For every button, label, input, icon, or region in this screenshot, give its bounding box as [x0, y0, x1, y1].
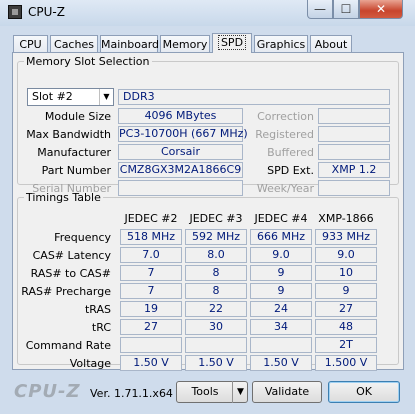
timing-cell: 30	[185, 319, 247, 335]
timing-row-label: Voltage	[69, 357, 111, 370]
slot-select-value: Slot #2	[32, 90, 73, 103]
timing-cell: 933 MHz	[315, 229, 377, 245]
memory-slot-group: Memory Slot Selection Slot #2 ▼ DDR3 Mod…	[17, 55, 399, 196]
maximize-icon: ☐	[340, 2, 352, 16]
slot-select[interactable]: Slot #2 ▼	[27, 88, 114, 106]
max-bandwidth-label: Max Bandwidth	[26, 128, 111, 141]
timing-cell: 48	[315, 319, 377, 335]
tab-about[interactable]: About	[310, 35, 352, 53]
timing-cell: 8	[185, 283, 247, 299]
timing-cell: 9.0	[315, 247, 377, 263]
memory-slot-legend: Memory Slot Selection	[26, 55, 150, 68]
buffered-value	[318, 144, 390, 160]
timing-cell	[120, 337, 182, 353]
timing-row-label: RAS# Precharge	[21, 285, 111, 298]
timing-cell: 592 MHz	[185, 229, 247, 245]
tools-button-label: Tools	[191, 385, 219, 398]
close-icon: ✕	[375, 2, 387, 16]
timing-cell: 7	[120, 283, 182, 299]
timing-cell: 7	[120, 265, 182, 281]
timing-cell: 1.500 V	[315, 355, 377, 371]
timings-col-header: XMP-1866	[318, 212, 374, 225]
chevron-down-icon: ▼	[99, 89, 113, 105]
timing-cell: 8.0	[185, 247, 247, 263]
timings-group: Timings Table JEDEC #2 JEDEC #3 JEDEC #4…	[17, 191, 399, 371]
window-title: CPU-Z	[28, 5, 65, 19]
timing-row-label: RAS# to CAS#	[30, 267, 111, 280]
timing-cell: 34	[250, 319, 312, 335]
timings-legend: Timings Table	[26, 191, 101, 204]
timings-col-header: JEDEC #3	[189, 212, 243, 225]
part-number-value: CMZ8GX3M2A1866C9	[118, 162, 243, 178]
timing-cell: 22	[185, 301, 247, 317]
cpuz-logo: CPU-Z	[14, 381, 81, 402]
timing-cell: 19	[120, 301, 182, 317]
timing-row-label: CAS# Latency	[32, 249, 111, 262]
timing-cell: 2T	[315, 337, 377, 353]
spd-ext-value: XMP 1.2	[318, 162, 390, 178]
tab-spd[interactable]: SPD	[212, 33, 252, 53]
spd-ext-label: SPD Ext.	[267, 164, 314, 177]
timings-col-header: JEDEC #4	[254, 212, 308, 225]
tools-dropdown-icon[interactable]: ▼	[232, 381, 248, 403]
version-text: Ver. 1.71.1.x64	[90, 387, 173, 400]
timing-cell: 1.50 V	[120, 355, 182, 371]
max-bandwidth-value: PC3-10700H (667 MHz)	[118, 126, 248, 142]
tab-mainboard[interactable]: Mainboard	[100, 35, 159, 53]
tab-memory[interactable]: Memory	[160, 35, 210, 53]
timings-col-header: JEDEC #2	[124, 212, 178, 225]
timing-row-label: tRAS	[84, 303, 111, 316]
timing-cell: 9	[250, 283, 312, 299]
timing-cell	[250, 337, 312, 353]
timing-cell: 518 MHz	[120, 229, 182, 245]
buffered-label: Buffered	[267, 146, 314, 159]
manufacturer-label: Manufacturer	[37, 146, 111, 159]
timing-cell: 666 MHz	[250, 229, 312, 245]
timing-cell: 27	[315, 301, 377, 317]
timing-cell: 1.50 V	[250, 355, 312, 371]
timing-row-label: Command Rate	[25, 339, 111, 352]
registered-label: Registered	[255, 128, 314, 141]
maximize-button[interactable]: ☐	[333, 0, 359, 19]
correction-label: Correction	[257, 110, 314, 123]
validate-button[interactable]: Validate	[252, 381, 322, 403]
manufacturer-value: Corsair	[118, 144, 243, 160]
cpuz-app-icon	[8, 5, 22, 19]
module-size-label: Module Size	[44, 110, 111, 123]
timing-cell: 9	[250, 265, 312, 281]
timing-cell: 27	[120, 319, 182, 335]
correction-value	[318, 108, 390, 124]
timing-cell: 7.0	[120, 247, 182, 263]
timing-cell: 8	[185, 265, 247, 281]
timing-cell: 9.0	[250, 247, 312, 263]
registered-value	[318, 126, 390, 142]
title-bar: CPU-Z — ☐ ✕	[0, 0, 415, 26]
timing-cell	[185, 337, 247, 353]
timing-cell: 24	[250, 301, 312, 317]
tab-cpu[interactable]: CPU	[13, 35, 48, 53]
part-number-label: Part Number	[41, 164, 111, 177]
tab-caches[interactable]: Caches	[50, 35, 98, 53]
timing-row-label: tRC	[91, 321, 111, 334]
spd-panel: Memory Slot Selection Slot #2 ▼ DDR3 Mod…	[12, 52, 404, 371]
minimize-icon: —	[314, 2, 326, 16]
memory-type-field: DDR3	[118, 89, 390, 105]
minimize-button[interactable]: —	[307, 0, 333, 19]
module-size-value: 4096 MBytes	[118, 108, 243, 124]
timing-row-label: Frequency	[54, 231, 111, 244]
close-button[interactable]: ✕	[359, 0, 403, 19]
ok-button[interactable]: OK	[328, 381, 400, 403]
timing-cell: 10	[315, 265, 377, 281]
tab-graphics[interactable]: Graphics	[254, 35, 308, 53]
timing-cell: 1.50 V	[185, 355, 247, 371]
timing-cell: 9	[315, 283, 377, 299]
